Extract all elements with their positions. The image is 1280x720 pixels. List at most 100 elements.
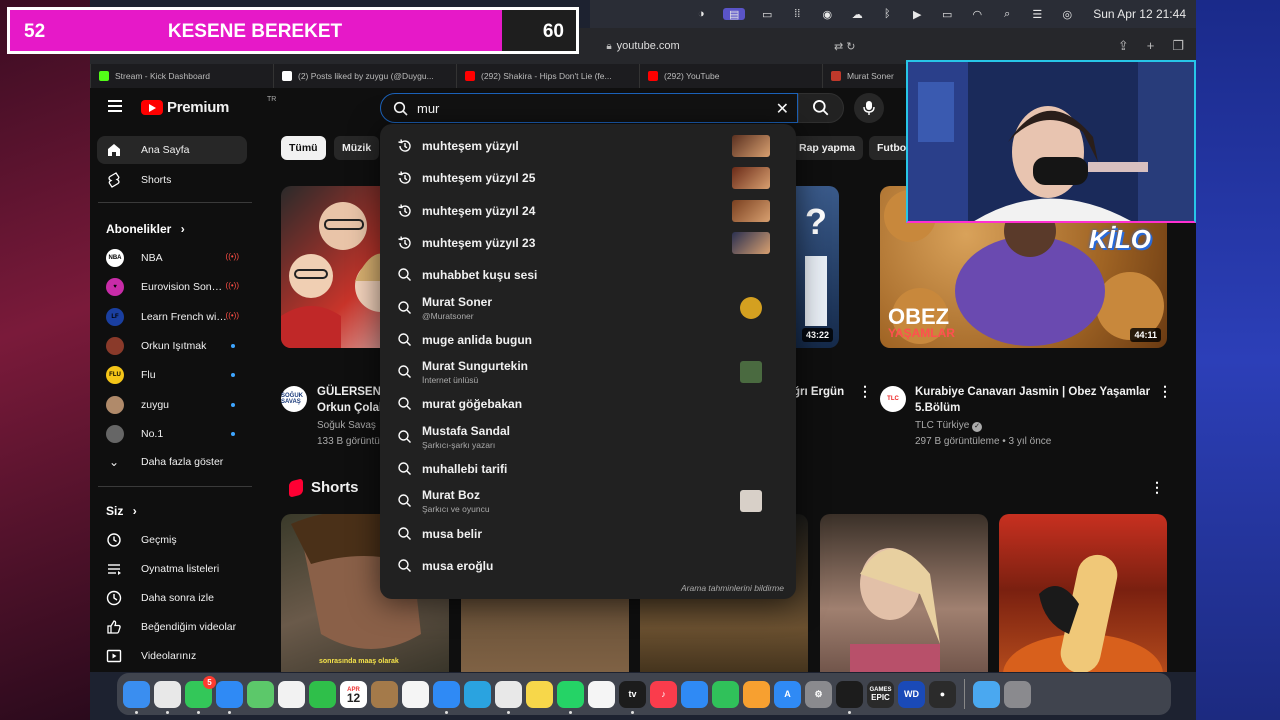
translate-icon[interactable]: ⇄ ↻ [834, 40, 856, 53]
pages-icon[interactable] [743, 680, 770, 708]
music-icon[interactable]: ♪ [650, 680, 677, 708]
menubar-clock[interactable]: Sun Apr 12 21:44 [1093, 7, 1186, 21]
settings-icon[interactable]: ⚙ [805, 680, 832, 708]
calendar-icon[interactable]: APR 12 [340, 680, 367, 708]
channel-avatar[interactable]: TLC [880, 386, 906, 412]
telegram-icon[interactable] [464, 680, 491, 708]
app-store-icon[interactable]: A [774, 680, 801, 708]
launchpad-icon[interactable] [154, 680, 181, 714]
subscriptions-header[interactable]: Abonelikler › [106, 222, 185, 236]
freeform-icon[interactable] [588, 680, 615, 708]
subscription-item[interactable]: zuygu [97, 391, 247, 419]
notes-icon[interactable] [526, 680, 553, 708]
browser-tab[interactable]: (292) YouTube [639, 64, 822, 88]
search-suggestion[interactable]: muhallebi tarifi [380, 453, 796, 485]
menubar-grid-icon[interactable]: ⁞⁞ [789, 8, 805, 20]
menubar-control-center-icon[interactable]: ☰ [1029, 8, 1045, 21]
search-suggestion[interactable]: muhteşem yüzyıl [380, 130, 796, 162]
subscription-item[interactable]: LF Learn French wit... ((•)) [97, 303, 247, 331]
epic-games-icon[interactable]: GAMES EPIC [867, 680, 894, 708]
search-suggestion[interactable]: Mustafa Sandal Şarkıcı-şarkı yazarı [380, 421, 796, 453]
search-suggestion[interactable]: muhteşem yüzyıl 25 [380, 162, 796, 194]
obs-icon[interactable]: ● [929, 680, 956, 708]
subscription-item[interactable]: ♥ Eurovision Song ... ((•)) [97, 273, 247, 301]
chip-music[interactable]: Müzik [334, 136, 380, 160]
trash-icon[interactable] [1004, 680, 1031, 708]
menubar-status-icon[interactable]: ◑ [693, 8, 709, 20]
whatsapp-icon[interactable] [557, 680, 584, 714]
more-options-icon[interactable]: ⋮ [1158, 384, 1172, 398]
keynote-icon[interactable] [681, 680, 708, 708]
search-suggestion[interactable]: muhteşem yüzyıl 23 [380, 227, 796, 259]
more-options-icon[interactable]: ⋮ [858, 384, 872, 398]
finder-icon[interactable] [123, 680, 150, 714]
folder-icon[interactable] [973, 680, 1000, 708]
video-title[interactable]: ğrı Ergün [793, 384, 844, 400]
search-input[interactable] [417, 99, 757, 117]
clear-search-icon[interactable]: ✕ [776, 99, 789, 119]
menubar-screen-icon[interactable]: ▤ [723, 8, 746, 21]
subscription-item[interactable]: FLU Flu [97, 361, 247, 389]
search-suggestion[interactable]: muhabbet kuşu sesi [380, 259, 796, 291]
notes-brown-icon[interactable] [371, 680, 398, 708]
url-text[interactable]: youtube.com [617, 40, 680, 52]
subscription-item[interactable]: Orkun Işıtmak [97, 332, 247, 360]
search-suggestion[interactable]: muge anlida bugun [380, 324, 796, 356]
mail-icon[interactable] [216, 680, 243, 714]
subscription-item[interactable]: NBA NBA ((•)) [97, 244, 247, 272]
menubar-search-icon[interactable]: ⌕ [999, 8, 1015, 20]
short-thumbnail[interactable] [820, 514, 988, 672]
sidebar-item-playlists[interactable]: Oynatma listeleri [97, 555, 247, 583]
photos-icon[interactable] [278, 680, 305, 708]
reminders-icon[interactable] [402, 680, 429, 708]
menu-icon[interactable] [108, 100, 122, 112]
sidebar-item-liked-videos[interactable]: Beğendiğim videolar [97, 613, 247, 641]
sidebar-item-watch-later[interactable]: Daha sonra izle [97, 584, 247, 612]
numbers-icon[interactable] [712, 680, 739, 708]
xcode-icon[interactable] [836, 680, 863, 714]
channel-name[interactable]: Soğuk Savaş [317, 420, 376, 431]
show-more-button[interactable]: ⌄ Daha fazla göster [97, 448, 247, 476]
menubar-cloud-icon[interactable]: ☁ [849, 8, 865, 21]
maps-icon[interactable] [247, 680, 274, 708]
video-title[interactable]: Kurabiye Canavarı Jasmin | Obez Yaşamlar… [915, 384, 1150, 416]
channel-avatar[interactable]: SOĞUK SAVAŞ [281, 386, 307, 412]
tab-overview-icon[interactable]: ❐ [1172, 38, 1184, 54]
chrome-icon[interactable] [495, 680, 522, 714]
you-header[interactable]: Siz › [106, 504, 137, 518]
search-suggestion[interactable]: murat göğebakan [380, 388, 796, 420]
search-suggestion[interactable]: musa eroğlu [380, 550, 796, 582]
share-icon[interactable]: ⇪ [1118, 38, 1129, 54]
search-suggestion[interactable]: Murat Soner @Muratsoner [380, 292, 796, 324]
menubar-input-icon[interactable]: ▭ [759, 8, 775, 21]
tv-icon[interactable]: tv [619, 680, 646, 714]
report-predictions-link[interactable]: Arama tahminlerini bildirme [681, 583, 784, 593]
sidebar-item-history[interactable]: Geçmiş [97, 526, 247, 554]
sidebar-item-home[interactable]: Ana Sayfa [97, 136, 247, 164]
search-suggestion[interactable]: Murat Boz Şarkıcı ve oyuncu [380, 485, 796, 517]
chip-all[interactable]: Tümü [281, 136, 326, 160]
wd-icon[interactable]: WD [898, 680, 925, 708]
browser-tab[interactable]: (2) Posts liked by zuygu (@Duygu... [273, 64, 456, 88]
chip-rap[interactable]: Rap yapma [791, 136, 864, 160]
facetime-icon[interactable] [309, 680, 336, 708]
channel-name[interactable]: TLC Türkiye ✓ [915, 420, 983, 432]
menubar-play-icon[interactable]: ▶ [909, 8, 925, 21]
browser-tab[interactable]: (292) Shakira - Hips Don't Lie (fe... [456, 64, 639, 88]
search-suggestion[interactable]: Murat Sungurtekin İnternet ünlüsü [380, 356, 796, 388]
menubar-bluetooth-icon[interactable]: ᛒ [879, 8, 895, 20]
youtube-logo[interactable]: Premium TR [141, 96, 276, 116]
search-suggestion[interactable]: muhteşem yüzyıl 24 [380, 195, 796, 227]
voice-search-button[interactable] [854, 93, 884, 123]
menubar-wifi-icon[interactable]: ◠ [969, 8, 985, 21]
menubar-battery-icon[interactable]: ▭ [939, 8, 955, 21]
search-box[interactable]: ✕ [380, 93, 798, 123]
subscription-item[interactable]: No.1 [97, 420, 247, 448]
safari-icon[interactable] [433, 680, 460, 714]
browser-tab[interactable]: Stream - Kick Dashboard [90, 64, 273, 88]
search-button[interactable] [798, 93, 844, 123]
sidebar-item-shorts[interactable]: Shorts [97, 166, 247, 194]
search-suggestion[interactable]: musa belir [380, 518, 796, 550]
new-tab-icon[interactable]: + [1147, 38, 1155, 54]
sidebar-item-your-videos[interactable]: Videolarınız [97, 642, 247, 670]
